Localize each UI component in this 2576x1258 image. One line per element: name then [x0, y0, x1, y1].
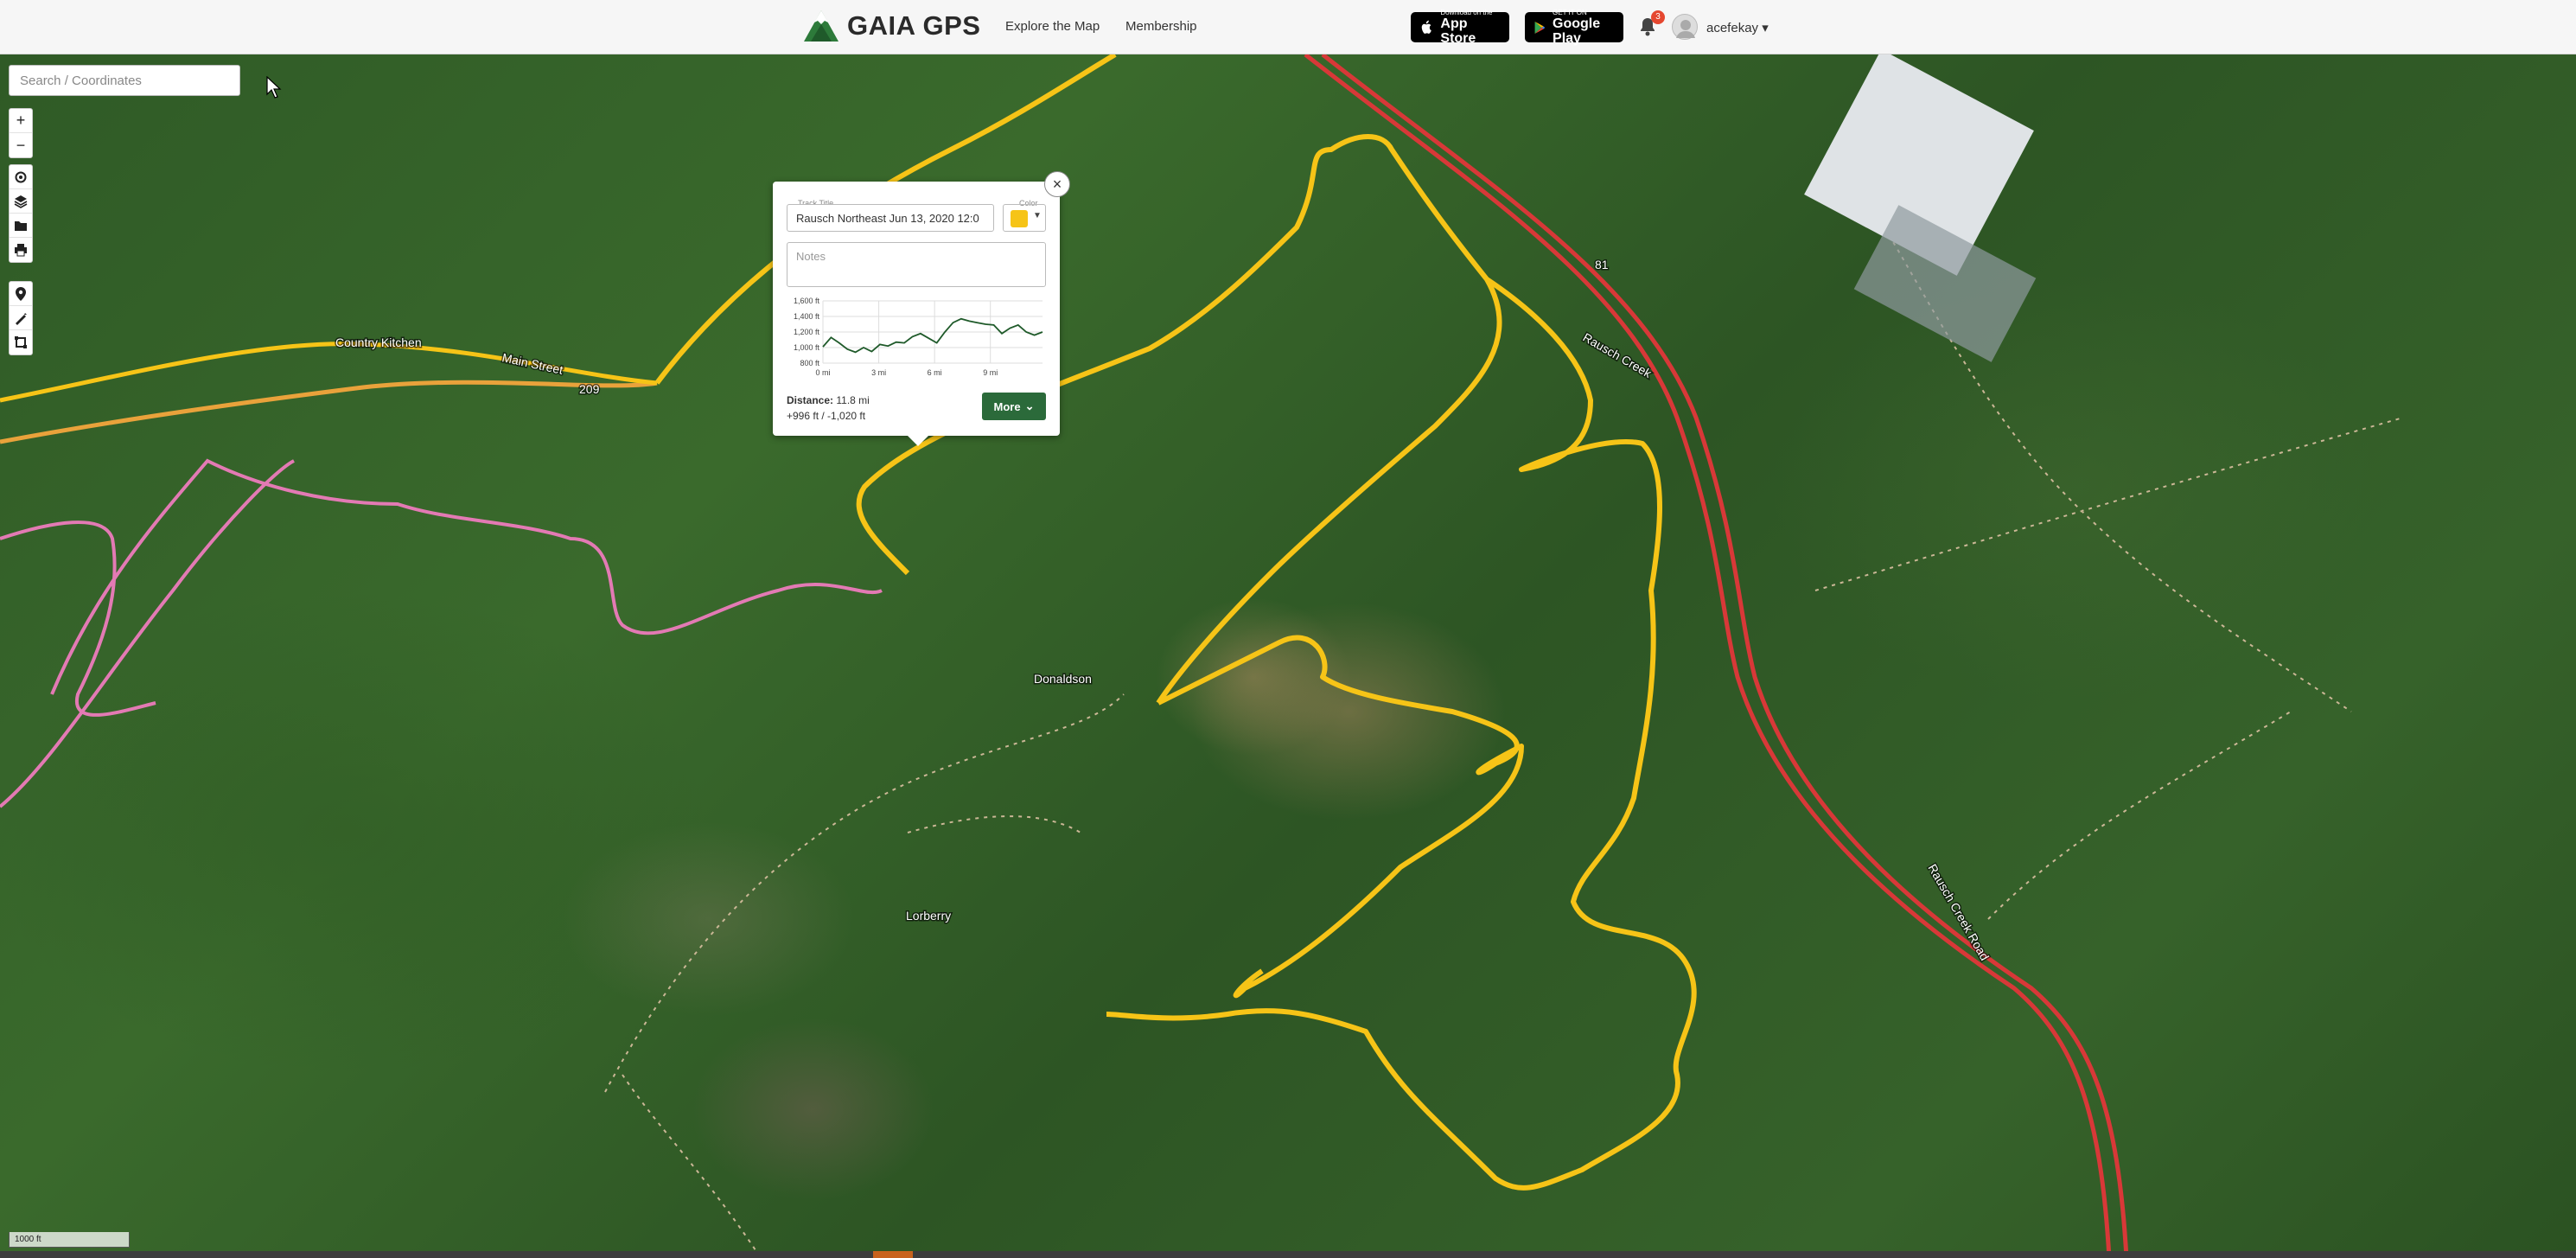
lorberry-label: Lorberry: [906, 909, 951, 923]
plus-icon: +: [16, 112, 26, 129]
interstate-81-south: [1321, 54, 2129, 1258]
layers-icon: [14, 195, 28, 208]
minus-icon: −: [16, 136, 26, 154]
track-title-input[interactable]: [787, 204, 994, 232]
zoom-controls: + −: [9, 108, 33, 158]
print-button[interactable]: [10, 238, 32, 262]
google-play-icon: [1534, 21, 1546, 34]
map-tools-group: [9, 164, 33, 263]
more-button[interactable]: More ⌄: [982, 393, 1046, 420]
route-209: [0, 380, 658, 444]
user-avatar-icon: [1676, 20, 1695, 38]
search-input[interactable]: [9, 65, 240, 96]
user-avatar[interactable]: [1672, 14, 1698, 40]
elevation-y-tick: 1,200 ft: [794, 328, 820, 336]
google-play-small-text: GET IT ON: [1553, 9, 1587, 16]
distance-label: Distance:: [787, 394, 834, 406]
elevation-x-tick: 0 mi: [815, 368, 830, 377]
nav-explore-the-map[interactable]: Explore the Map: [1005, 19, 1100, 34]
elevation-y-tick: 800 ft: [800, 359, 819, 367]
distance-row: Distance: 11.8 mi: [787, 393, 870, 408]
more-label: More: [993, 399, 1021, 413]
add-waypoint-button[interactable]: [10, 282, 32, 306]
elevation-x-tick: 3 mi: [871, 368, 886, 377]
elevation-y-tick: 1,600 ft: [794, 297, 820, 305]
locate-icon: [15, 171, 27, 182]
interstate-81: [1304, 54, 2112, 1258]
popup-close-button[interactable]: ×: [1044, 171, 1070, 197]
route-209-shield: 209: [579, 382, 600, 396]
print-icon: [15, 244, 27, 257]
map-overlay: Main Street Country Kitchen Rausch Creek…: [0, 54, 2404, 1258]
brand-name: GAIA GPS: [847, 10, 981, 41]
map-canvas[interactable]: Main Street Country Kitchen Rausch Creek…: [0, 54, 2576, 1258]
app-root: GAIA GPS Explore the Map Membership Down…: [0, 0, 2576, 1258]
draw-route-icon: [16, 312, 27, 325]
app-store-badge[interactable]: Download on the App Store: [1411, 9, 1509, 46]
username-label: acefekay: [1706, 21, 1759, 35]
track-color-select[interactable]: ▼: [1003, 204, 1046, 232]
notification-count-badge: 3: [1651, 10, 1665, 24]
route-81-shield: 81: [1595, 258, 1609, 271]
locate-button[interactable]: [10, 165, 32, 189]
app-store-big-text: App Store: [1440, 16, 1476, 46]
notes-textarea[interactable]: [787, 242, 1046, 287]
top-navigation-bar: GAIA GPS Explore the Map Membership Down…: [0, 0, 2576, 54]
apple-icon: [1421, 20, 1431, 34]
google-play-big-text: Google Play: [1553, 16, 1601, 46]
gaia-gps-logo[interactable]: GAIA GPS: [802, 9, 980, 43]
mouse-cursor-icon: [266, 76, 282, 99]
caret-down-icon: ▼: [1033, 211, 1042, 220]
map-scale: 1000 ft: [9, 1232, 130, 1248]
google-play-text: GET IT ON Google Play: [1553, 9, 1615, 46]
chevron-down-icon: ⌄: [1024, 399, 1035, 412]
track-details-popup: × Track Title Color ▼ 1,600 ft1,400 ft1,…: [773, 171, 1070, 446]
donaldson-label: Donaldson: [1034, 672, 1092, 686]
elevation-gain-loss: +996 ft / -1,020 ft: [787, 410, 866, 422]
folder-button[interactable]: [10, 214, 32, 238]
mountain-logo-icon: [804, 10, 838, 42]
area-icon: [15, 336, 27, 348]
elevation-y-tick: 1,400 ft: [794, 312, 820, 321]
username-dropdown[interactable]: acefekay ▾: [1706, 20, 1769, 35]
chevron-down-icon: ▾: [1762, 21, 1769, 35]
main-street-label: Main Street: [501, 350, 564, 377]
app-store-text: Download on the App Store: [1440, 9, 1501, 46]
folder-icon: [15, 220, 27, 231]
pink-track: [0, 458, 883, 808]
waypoint-icon: [16, 286, 26, 301]
elevation-x-tick: 9 mi: [983, 368, 998, 377]
bottom-bar-accent: [873, 1251, 913, 1258]
google-play-badge[interactable]: GET IT ON Google Play: [1525, 9, 1623, 46]
zoom-in-button[interactable]: +: [10, 109, 32, 133]
track-color-swatch: [1011, 210, 1028, 227]
nav-membership[interactable]: Membership: [1125, 19, 1197, 34]
elevation-x-tick: 6 mi: [928, 368, 942, 377]
distance-value: 11.8 mi: [836, 394, 870, 406]
bottom-bar: [0, 1251, 2576, 1258]
app-store-small-text: Download on the: [1440, 9, 1493, 16]
elevation-y-tick: 1,000 ft: [794, 343, 820, 352]
zoom-out-button[interactable]: −: [10, 133, 32, 157]
track-stats: Distance: 11.8 mi +996 ft / -1,020 ft: [787, 393, 870, 424]
elevation-profile-chart: 1,600 ft 1,400 ft 1,200 ft 1,000 ft 800 ft0 …: [794, 297, 1043, 377]
layers-button[interactable]: [10, 189, 32, 214]
create-tools-group: [9, 281, 33, 355]
close-icon: ×: [1052, 175, 1062, 193]
draw-area-button[interactable]: [10, 330, 32, 354]
draw-route-button[interactable]: [10, 306, 32, 330]
restaurant-label: Country Kitchen: [335, 335, 422, 349]
